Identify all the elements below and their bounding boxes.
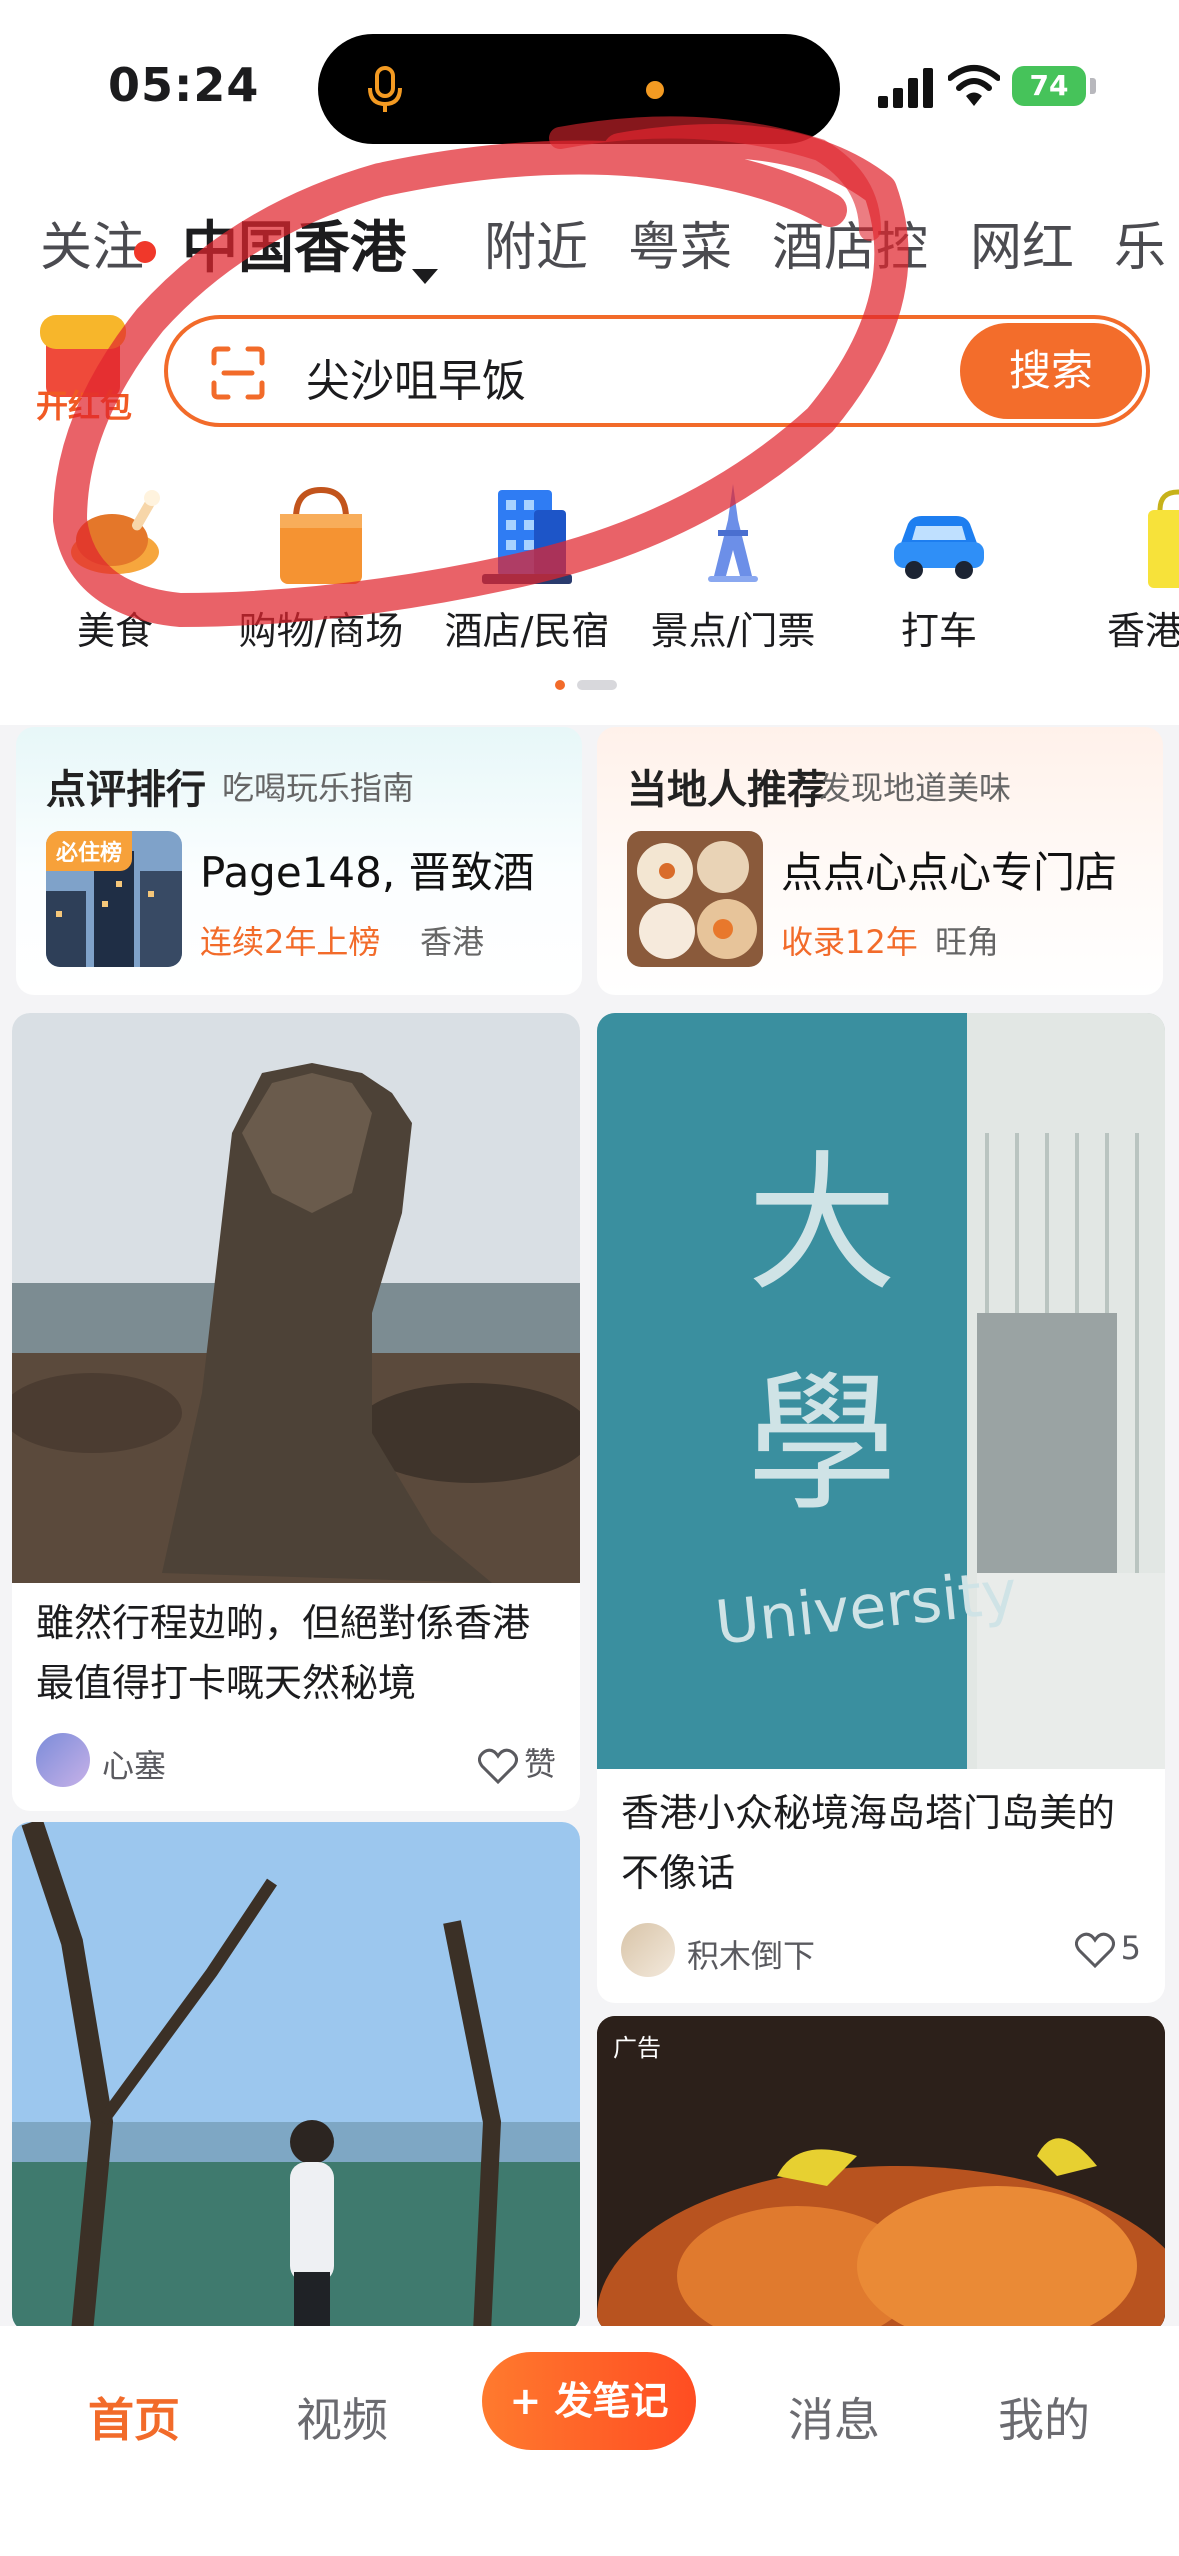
eiffel-tower-icon (708, 484, 758, 582)
pager-dot-active (555, 680, 565, 690)
like-count: 赞 (523, 1745, 556, 1783)
chevron-down-icon[interactable] (412, 269, 438, 284)
battery-indicator: 74 (1012, 66, 1086, 106)
category-shopping[interactable]: 购物/商场 (226, 470, 416, 670)
rock-coast-photo (12, 1013, 580, 1583)
nav-video[interactable]: 视频 (296, 2384, 388, 2450)
scan-icon[interactable] (210, 345, 266, 401)
search-bar[interactable]: 尖沙咀早饭 搜索 (164, 315, 1150, 427)
tab-nearby[interactable]: 附近 (484, 205, 588, 280)
ad-card[interactable]: 广告 (597, 2016, 1165, 2332)
category-label: 打车 (900, 609, 977, 653)
ranking-card-subtitle: 发现地道美味 (819, 769, 1012, 807)
nav-me[interactable]: 我的 (998, 2384, 1090, 2450)
tab-trending[interactable]: 网红 (970, 205, 1074, 280)
bottom-nav: 首页 视频 + 发笔记 消息 我的 (0, 2326, 1179, 2556)
category-attractions[interactable]: 景点/门票 (638, 470, 828, 670)
header: 关注 中国香港 附近 粤菜 酒店控 网红 乐 开红包 尖沙咀早饭 搜索 美食 购… (0, 170, 1179, 725)
ranking-card-subtitle: 吃喝玩乐指南 (222, 769, 415, 807)
feed-card-title: 雖然行程攰啲，但絕對係香港最值得打卡嘅天然秘境 (36, 1601, 531, 1705)
search-button[interactable]: 搜索 (960, 323, 1142, 419)
feed-card-title: 香港小众秘境海岛塔门岛美的不像话 (621, 1791, 1116, 1895)
category-label: 香港 (1106, 609, 1179, 653)
category-label: 购物/商场 (238, 609, 404, 653)
red-packet-button[interactable]: 开红包 (28, 305, 140, 425)
ranking-card-reviews[interactable]: 点评排行 吃喝玩乐指南 必住榜 Page148, 晋致酒 连续2年上榜 香港 (16, 727, 582, 995)
red-packet-label: 开红包 (35, 387, 132, 425)
university-sign-photo: 大 學 University (597, 1013, 1165, 1769)
post-note-button[interactable]: + 发笔记 (482, 2352, 696, 2450)
ranking-card-title: 点评排行 (46, 767, 206, 813)
nav-messages[interactable]: 消息 (788, 2384, 880, 2450)
recording-indicator (646, 81, 664, 99)
wifi-icon (948, 65, 1000, 106)
category-label: 美食 (76, 609, 153, 653)
ranking-card-location: 旺角 (935, 923, 1000, 961)
roast-chicken-icon (71, 490, 160, 574)
red-packet-ribbon (40, 315, 126, 349)
tab-hong-kong[interactable]: 中国香港 (182, 205, 406, 284)
sign-char-xue: 學 (747, 1358, 898, 1532)
battery-tip (1090, 78, 1096, 94)
heart-icon (477, 1748, 519, 1785)
ranking-card-local[interactable]: 当地人推荐 发现地道美味 点点心点心专门店 收录12年 旺角 (597, 727, 1163, 995)
avatar[interactable] (621, 1923, 675, 1977)
status-time: 05:24 (108, 58, 260, 112)
avatar[interactable] (36, 1733, 90, 1787)
category-hongkong[interactable]: 香港 (1050, 470, 1179, 670)
category-label: 酒店/民宿 (444, 609, 610, 653)
category-label: 景点/门票 (650, 609, 816, 653)
hiking-photo (12, 1822, 580, 2332)
notification-dot (134, 241, 156, 263)
like-count: 5 (1120, 1929, 1141, 1967)
feed-card[interactable]: 大 學 University 香港小众秘境海岛塔门岛美的不像话 积木倒下 5 (597, 1013, 1165, 2003)
ranking-card-location: 香港 (420, 923, 485, 961)
microphone-icon (368, 66, 402, 112)
dynamic-island (318, 34, 840, 144)
shopping-bag-icon (280, 486, 362, 584)
tab-follow[interactable]: 关注 (40, 205, 144, 280)
feed-card[interactable] (12, 1822, 580, 2332)
dimsum-thumbnail (627, 831, 763, 967)
ranking-card-meta: 收录12年 (781, 923, 918, 961)
ad-label: 广告 (613, 2034, 661, 2062)
cellular-signal-icon (878, 68, 933, 108)
sign-char-da: 大 (747, 1138, 898, 1312)
shop-bag-icon (1148, 489, 1179, 588)
ranking-card-meta: 连续2年上榜 (200, 923, 381, 961)
ranking-card-name: 点点心点心专门店 (781, 848, 1118, 897)
category-food[interactable]: 美食 (20, 470, 210, 670)
search-input[interactable]: 尖沙咀早饭 (306, 345, 526, 409)
top-tabs: 关注 中国香港 附近 粤菜 酒店控 网红 乐 (0, 205, 1179, 300)
tab-more[interactable]: 乐 (1114, 205, 1166, 280)
hotel-icon (482, 490, 572, 584)
feed-card-author[interactable]: 积木倒下 (687, 1931, 815, 1977)
car-icon (894, 516, 984, 579)
ranking-card-name: Page148, 晋致酒 (200, 848, 535, 897)
like-button[interactable]: 赞 (477, 1739, 556, 1785)
feed-card[interactable]: 雖然行程攰啲，但絕對係香港最值得打卡嘅天然秘境 心塞 赞 (12, 1013, 580, 1811)
ranking-card-title: 当地人推荐 (627, 767, 827, 813)
feed-card-author[interactable]: 心塞 (102, 1741, 166, 1787)
sea-urchin-photo (597, 2016, 1165, 2332)
category-row: 美食 购物/商场 酒店/民宿 景点/门票 打车 香港 (0, 470, 1179, 670)
tab-hotel[interactable]: 酒店控 (772, 205, 928, 280)
category-taxi[interactable]: 打车 (844, 470, 1034, 670)
nav-home[interactable]: 首页 (88, 2384, 180, 2450)
pager-dot-inactive (577, 680, 617, 690)
must-stay-badge: 必住榜 (46, 831, 133, 871)
tab-cantonese[interactable]: 粤菜 (628, 205, 732, 280)
heart-icon (1074, 1932, 1115, 1969)
like-button[interactable]: 5 (1074, 1929, 1141, 1969)
hotel-thumbnail: 必住榜 (46, 831, 182, 967)
status-bar: 05:24 74 (0, 0, 1179, 170)
category-hotel[interactable]: 酒店/民宿 (432, 470, 622, 670)
